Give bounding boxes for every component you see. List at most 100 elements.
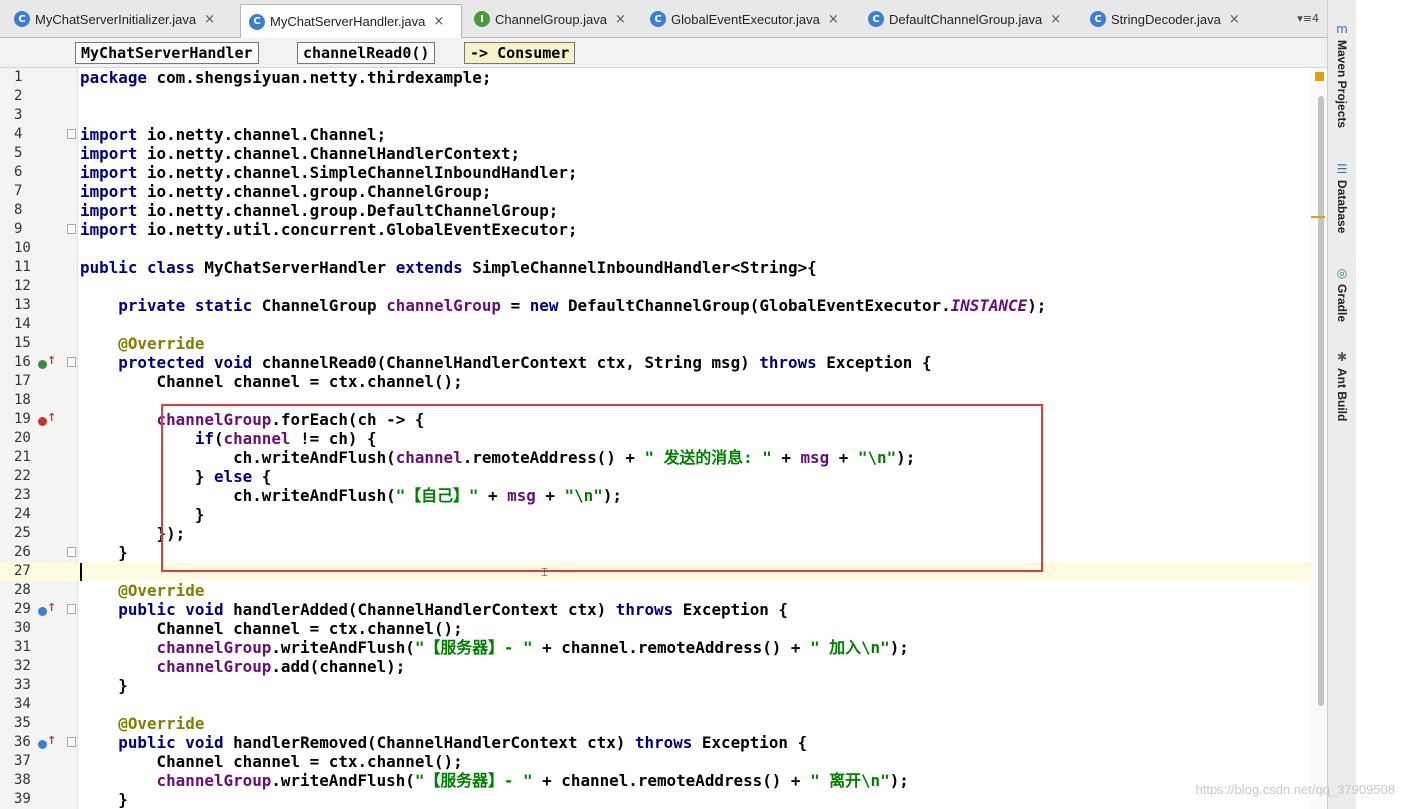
tab-mychatserverhandler[interactable]: C MyChatServerHandler.java × [240,4,462,38]
code-line-6[interactable]: 6 import io.netty.channel.SimpleChannelI… [0,163,1327,182]
code-line-8[interactable]: 8 import io.netty.channel.group.DefaultC… [0,201,1327,220]
code-token: channel [223,429,291,448]
code-line-22[interactable]: 22 } else { [0,467,1327,486]
line-number: 26 [14,544,31,560]
code-line-23[interactable]: 23 ch.writeAndFlush("【自己】" + msg + "\n")… [0,486,1327,505]
line-number: 9 [14,221,23,237]
code-token: package [80,68,147,87]
code-line-11[interactable]: 11 public class MyChatServerHandler exte… [0,258,1327,277]
tool-maven-projects[interactable]: m Maven Projects [1328,22,1356,128]
code-line-31[interactable]: 31 channelGroup.writeAndFlush("【服务器】- " … [0,638,1327,657]
code-line-28[interactable]: 28 @Override [0,581,1327,600]
fold-toggle-icon[interactable] [67,737,76,747]
line-number: 19 [14,411,31,427]
code-line-30[interactable]: 30 Channel channel = ctx.channel(); [0,619,1327,638]
code-token: ); [602,486,622,505]
code-line-35[interactable]: 35 @Override [0,714,1327,733]
code-line-16[interactable]: 16 ↑ protected void channelRead0(Channel… [0,353,1327,372]
code-token: + [478,486,508,505]
code-line-17[interactable]: 17 Channel channel = ctx.channel(); [0,372,1327,391]
line-number: 21 [14,449,31,465]
code-line-26[interactable]: 26 } [0,543,1327,562]
code-line-39[interactable]: 39 } [0,790,1327,809]
close-icon[interactable]: × [433,14,444,29]
code-token: import [80,201,138,220]
code-line-25[interactable]: 25 }); [0,524,1327,543]
code-line-12[interactable]: 12 [0,277,1327,296]
code-line-21[interactable]: 21 ch.writeAndFlush(channel.remoteAddres… [0,448,1327,467]
code-token: public class [80,258,195,277]
tab-stringdecoder[interactable]: C StringDecoder.java × [1082,4,1257,34]
code-token: io.netty.util.concurrent.GlobalEventExec… [137,220,578,239]
close-icon[interactable]: × [1229,12,1240,27]
breadcrumb-lambda[interactable]: -> Consumer [464,42,576,64]
overrides-method-icon[interactable]: ↑ [38,601,56,618]
code-line-1[interactable]: 1 package com.shengsiyuan.netty.thirdexa… [0,68,1327,87]
inspection-status-icon[interactable] [1315,72,1324,81]
code-line-14[interactable]: 14 [0,315,1327,334]
fold-toggle-icon[interactable] [67,224,76,234]
code-line-38[interactable]: 38 channelGroup.writeAndFlush("【服务器】- " … [0,771,1327,790]
tool-gradle[interactable]: ◎ Gradle [1328,266,1356,322]
fold-toggle-icon[interactable] [67,604,76,614]
tab-overflow-menu-icon[interactable]: ▾≡4 [1297,12,1319,25]
line-number: 18 [14,392,31,408]
lambda-implements-icon[interactable]: ↑ [38,411,56,428]
tool-ant-build[interactable]: ✱ Ant Build [1328,350,1356,421]
code-line-4[interactable]: 4 import io.netty.channel.Channel; [0,125,1327,144]
code-line-36[interactable]: 36 ↑ public void handlerRemoved(ChannelH… [0,733,1327,752]
tab-globaleventexecutor[interactable]: C GlobalEventExecutor.java × [642,4,858,34]
code-token: } [118,543,128,562]
code-line-19[interactable]: 19 ↑ channelGroup.forEach(ch -> { [0,410,1327,429]
overrides-method-icon[interactable]: ↑ [38,734,56,751]
tab-mychatserverinitializer[interactable]: C MyChatServerInitializer.java × [6,4,238,34]
code-line-34[interactable]: 34 [0,695,1327,714]
scrollbar-marker[interactable] [1311,216,1325,218]
code-line-15[interactable]: 15 @Override [0,334,1327,353]
close-icon[interactable]: × [204,12,215,27]
code-line-9[interactable]: 9 import io.netty.util.concurrent.Global… [0,220,1327,239]
code-line-37[interactable]: 37 Channel channel = ctx.channel(); [0,752,1327,771]
breadcrumb-class[interactable]: MyChatServerHandler [75,42,259,64]
code-line-13[interactable]: 13 private static ChannelGroup channelGr… [0,296,1327,315]
close-icon[interactable]: × [1050,12,1061,27]
tab-defaultchannelgroup[interactable]: C DefaultChannelGroup.java × [860,4,1080,34]
code-line-7[interactable]: 7 import io.netty.channel.group.ChannelG… [0,182,1327,201]
fold-toggle-icon[interactable] [67,129,76,139]
code-editor[interactable]: 1 package com.shengsiyuan.netty.thirdexa… [0,68,1327,809]
code-line-10[interactable]: 10 [0,239,1327,258]
tool-database[interactable]: ☰ Database [1328,162,1356,233]
code-line-29[interactable]: 29 ↑ public void handlerAdded(ChannelHan… [0,600,1327,619]
breadcrumb-method[interactable]: channelRead0() [297,42,436,64]
close-icon[interactable]: × [615,12,626,27]
code-line-2[interactable]: 2 [0,87,1327,106]
code-line-32[interactable]: 32 channelGroup.add(channel); [0,657,1327,676]
tab-label: StringDecoder.java [1111,11,1221,27]
code-line-5[interactable]: 5 import io.netty.channel.ChannelHandler… [0,144,1327,163]
code-token: protected void [118,353,253,372]
close-icon[interactable]: × [828,12,839,27]
code-token: import [80,163,138,182]
watermark: https://blog.csdn.net/qq_37909508 [1195,782,1396,797]
overrides-method-icon[interactable]: ↑ [38,354,56,371]
code-line-3[interactable]: 3 [0,106,1327,125]
code-token: public void [118,600,224,619]
code-token: @Override [118,334,205,353]
tab-channelgroup[interactable]: I ChannelGroup.java × [466,4,642,34]
code-line-24[interactable]: 24 } [0,505,1327,524]
code-line-33[interactable]: 33 } [0,676,1327,695]
code-line-27-current[interactable]: 27 [0,562,1327,581]
fold-toggle-icon[interactable] [67,357,76,367]
code-line-18[interactable]: 18 [0,391,1327,410]
code-token: .writeAndFlush( [271,771,415,790]
code-token: ( [213,429,224,448]
class-file-icon: C [14,11,30,27]
scrollbar-thumb[interactable] [1318,96,1324,706]
code-line-20[interactable]: 20 if(channel != ch) { [0,429,1327,448]
vertical-scrollbar[interactable] [1311,68,1327,809]
fold-toggle-icon[interactable] [67,547,76,557]
